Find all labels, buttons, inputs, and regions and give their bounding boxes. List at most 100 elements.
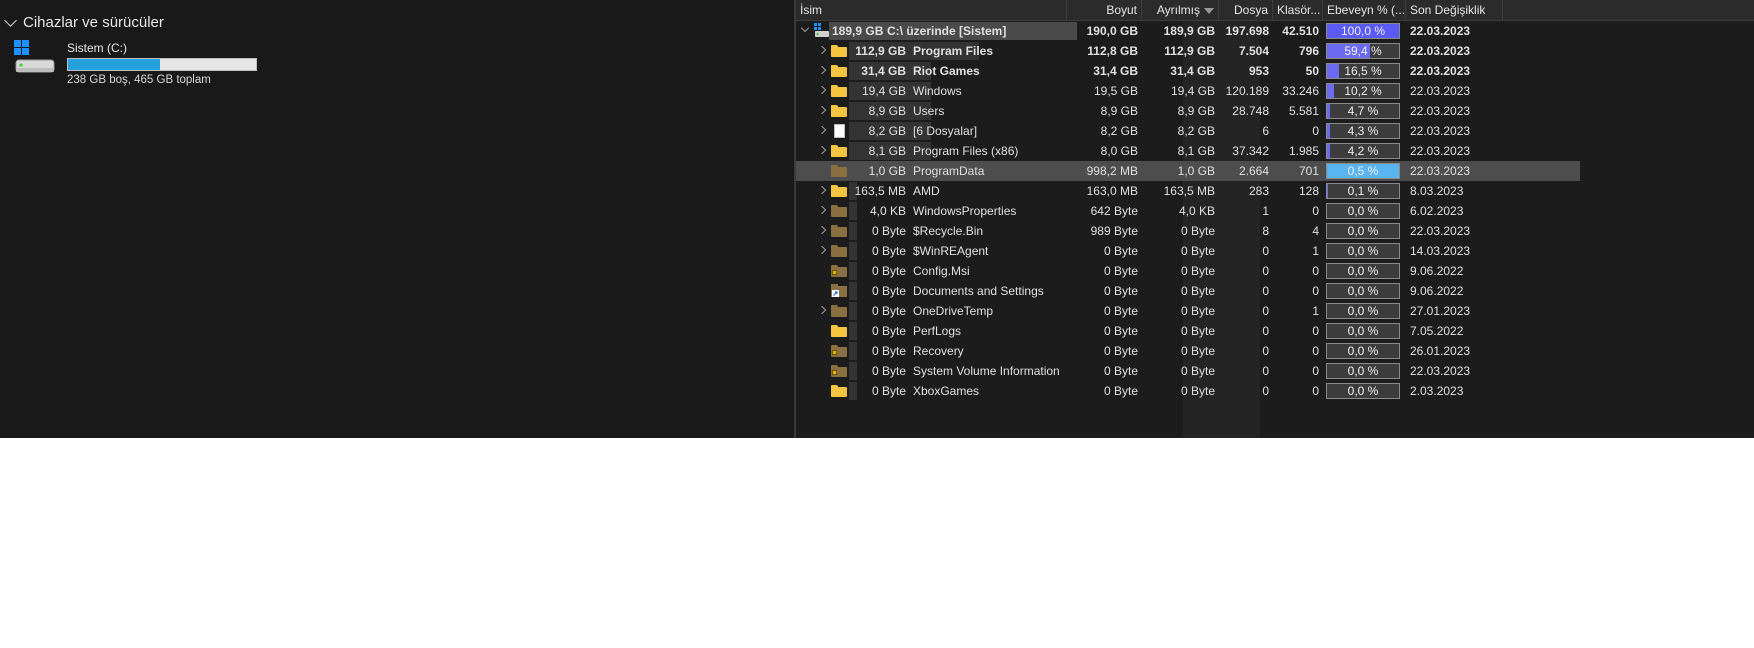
tree-row[interactable]: 0 Byte $WinREAgent 0 Byte 0 Byte 0 1 0,0 % 14.0… <box>796 241 1580 261</box>
column-header-allocated[interactable]: Ayrılmış <box>1142 0 1219 20</box>
parent-percent-bar: 0,0 % <box>1326 203 1400 219</box>
allocated-label: 112,9 GB <box>855 44 906 58</box>
parent-percent-bar: 0,0 % <box>1326 283 1400 299</box>
folder-count: 796 <box>1298 44 1319 58</box>
tree-row[interactable]: 0 Byte $Recycle.Bin 989 Byte 0 Byte 8 4 0,0 % 2… <box>796 221 1580 241</box>
column-header-size[interactable]: Boyut <box>1067 0 1142 20</box>
column-header-name[interactable]: İsim <box>796 0 1067 20</box>
folder-locked-icon <box>831 365 847 377</box>
column-header-modified[interactable]: Son Değişiklik <box>1406 0 1503 20</box>
column-header-percent[interactable]: Ebeveyn % (... <box>1323 0 1406 20</box>
parent-percent-fill <box>1327 104 1331 118</box>
tree-row[interactable]: 8,9 GB Users 8,9 GB 8,9 GB 28.748 5.581 4,7 % 2… <box>796 101 1580 121</box>
parent-percent-bar: 0,0 % <box>1326 343 1400 359</box>
modified-date: 22.03.2023 <box>1410 364 1471 378</box>
drive-name: Sistem (C:) <box>67 41 127 55</box>
parent-percent-fill <box>1327 84 1335 98</box>
tree-row[interactable]: 4,0 KB WindowsProperties 642 Byte 4,0 KB 1 0 0… <box>796 201 1580 221</box>
allocated-value: 1,0 GB <box>1177 164 1215 178</box>
column-header-folders-label: Klasör... <box>1277 3 1321 17</box>
tree-row[interactable]: 8,2 GB [6 Dosyalar] 8,2 GB 8,2 GB 6 0 4,3 % 22.… <box>796 121 1580 141</box>
parent-percent-label: 0,0 % <box>1347 384 1379 398</box>
file-count: 0 <box>1262 364 1269 378</box>
folder-count: 5.581 <box>1288 104 1319 118</box>
allocated-label: 0 Byte <box>871 244 906 258</box>
tree-row[interactable]: 0 Byte Documents and Settings 0 Byte 0 Byte… <box>796 281 1580 301</box>
allocated-value: 8,1 GB <box>1177 144 1215 158</box>
folder-icon <box>831 185 847 197</box>
devices-section-header[interactable]: Cihazlar ve sürücüler <box>4 14 164 31</box>
drive-icon <box>814 23 830 38</box>
modified-date: 2.03.2023 <box>1410 384 1464 398</box>
allocated-value: 31,4 GB <box>1170 64 1215 78</box>
size-value: 0 Byte <box>1103 264 1138 278</box>
chevron-right-icon[interactable] <box>817 305 827 315</box>
chevron-right-icon[interactable] <box>817 185 827 195</box>
tree-row[interactable]: 163,5 MB AMD 163,0 MB 163,5 MB 283 128 0,1 % 8.… <box>796 181 1580 201</box>
explorer-devices-pane: Cihazlar ve sürücüler Sistem (C:) 238 GB… <box>0 0 794 438</box>
modified-date: 22.03.2023 <box>1410 164 1471 178</box>
tree-row[interactable]: 112,9 GB Program Files 112,8 GB 112,9 GB 7.5… <box>796 41 1580 61</box>
parent-percent-bar: 4,3 % <box>1326 123 1400 139</box>
tree-row[interactable]: 0 Byte Recovery 0 Byte 0 Byte 0 0 0,0 % 26.01.2… <box>796 341 1580 361</box>
parent-percent-fill <box>1327 144 1331 158</box>
chevron-down-icon[interactable] <box>4 14 17 27</box>
chevron-right-icon[interactable] <box>817 65 827 75</box>
tree-row[interactable]: 0 Byte XboxGames 0 Byte 0 Byte 0 0 0,0 % 2.03.2… <box>796 381 1580 401</box>
drive-tile-c[interactable]: Sistem (C:) 238 GB boş, 465 GB toplam <box>14 40 257 86</box>
modified-date: 9.06.2022 <box>1410 284 1464 298</box>
item-name: PerfLogs <box>913 324 962 338</box>
chevron-right-icon[interactable] <box>817 205 827 215</box>
chevron-right-icon[interactable] <box>817 245 827 255</box>
chevron-right-icon[interactable] <box>817 225 827 235</box>
chevron-right-icon[interactable] <box>817 105 827 115</box>
tree-row[interactable]: 19,4 GB Windows 19,5 GB 19,4 GB 120.189 33.24… <box>796 81 1580 101</box>
folder-hidden-icon <box>831 245 847 257</box>
folder-count: 33.246 <box>1282 84 1319 98</box>
parent-percent-bar: 100,0 % <box>1326 23 1400 39</box>
column-header-folders[interactable]: Klasör... <box>1273 0 1323 20</box>
folder-hidden-icon <box>831 225 847 237</box>
column-header-percent-label: Ebeveyn % (... <box>1327 3 1406 17</box>
tree-row[interactable]: 8,1 GB Program Files (x86) 8,0 GB 8,1 GB 37.… <box>796 141 1580 161</box>
size-value: 989 Byte <box>1090 224 1138 238</box>
chevron-right-icon[interactable] <box>817 145 827 155</box>
size-value: 0 Byte <box>1103 324 1138 338</box>
size-value: 190,0 GB <box>1086 24 1138 38</box>
allocated-value: 0 Byte <box>1180 304 1215 318</box>
allocated-value: 8,2 GB <box>1177 124 1215 138</box>
file-count: 0 <box>1262 284 1269 298</box>
column-header-name-label: İsim <box>800 3 822 17</box>
tree-row[interactable]: 0 Byte OneDriveTemp 0 Byte 0 Byte 0 1 0,0 % 27.… <box>796 301 1580 321</box>
tree-row[interactable]: 0 Byte System Volume Information 0 Byte 0 B… <box>796 361 1580 381</box>
size-value: 0 Byte <box>1103 284 1138 298</box>
tree-row[interactable]: 0 Byte PerfLogs 0 Byte 0 Byte 0 0 0,0 % 7.05.20… <box>796 321 1580 341</box>
folder-icon <box>831 85 847 97</box>
parent-percent-label: 4,3 % <box>1347 124 1379 138</box>
hard-drive-icon <box>14 40 58 78</box>
chevron-down-icon[interactable] <box>800 23 810 33</box>
chevron-right-icon[interactable] <box>817 45 827 55</box>
column-header-files[interactable]: Dosya <box>1219 0 1273 20</box>
tree-row[interactable]: 31,4 GB Riot Games 31,4 GB 31,4 GB 953 50 16,5… <box>796 61 1580 81</box>
allocated-value: 189,9 GB <box>1163 24 1215 38</box>
tree-row[interactable]: 189,9 GB C:\ üzerinde [Sistem] 190,0 GB 189… <box>796 21 1580 41</box>
file-count: 37.342 <box>1232 144 1269 158</box>
parent-percent-label: 0,0 % <box>1347 364 1379 378</box>
tree-row[interactable]: 1,0 GB ProgramData 998,2 MB 1,0 GB 2.664 701 0… <box>796 161 1580 181</box>
modified-date: 22.03.2023 <box>1410 44 1471 58</box>
allocated-value: 0 Byte <box>1180 224 1215 238</box>
modified-date: 14.03.2023 <box>1410 244 1471 258</box>
tree-row[interactable]: 0 Byte Config.Msi 0 Byte 0 Byte 0 0 0,0 % 9.06.… <box>796 261 1580 281</box>
parent-percent-label: 4,2 % <box>1347 144 1379 158</box>
folder-count: 0 <box>1312 204 1319 218</box>
chevron-right-icon[interactable] <box>817 85 827 95</box>
folder-icon <box>831 65 847 77</box>
folder-count: 0 <box>1312 284 1319 298</box>
drive-usage-bar <box>67 58 257 71</box>
file-count: 953 <box>1248 64 1269 78</box>
file-count: 0 <box>1262 384 1269 398</box>
file-count: 6 <box>1262 124 1269 138</box>
chevron-right-icon[interactable] <box>817 125 827 135</box>
size-value: 0 Byte <box>1103 384 1138 398</box>
